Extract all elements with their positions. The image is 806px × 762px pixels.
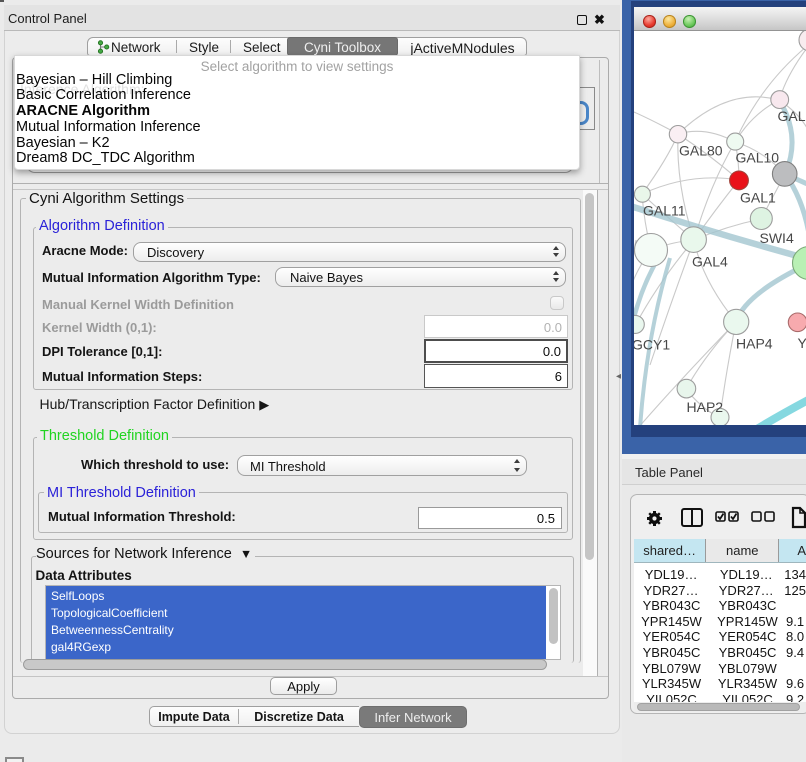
svg-text:GCY1: GCY1 <box>634 337 670 353</box>
svg-text:HAP4: HAP4 <box>736 336 773 352</box>
svg-text:HAP2: HAP2 <box>687 399 724 415</box>
svg-text:SWI4: SWI4 <box>760 230 794 246</box>
svg-text:GAL4: GAL4 <box>692 254 728 270</box>
svg-text:GAL1: GAL1 <box>740 190 776 206</box>
svg-text:GAL80: GAL80 <box>679 143 723 159</box>
svg-text:GAL10: GAL10 <box>736 150 780 166</box>
svg-text:YJL: YJL <box>798 335 806 351</box>
svg-text:GAL80: GAL80 <box>778 108 806 124</box>
svg-text:GAL11: GAL11 <box>643 203 686 219</box>
